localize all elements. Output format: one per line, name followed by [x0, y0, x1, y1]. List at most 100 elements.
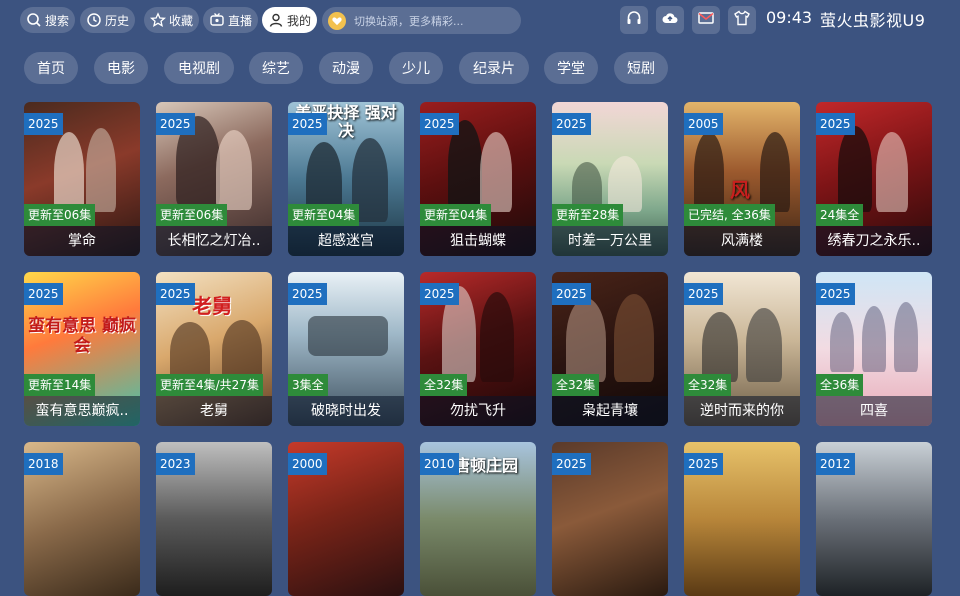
year-badge: 2025	[156, 113, 195, 135]
year-badge: 2005	[684, 113, 723, 135]
tab-home[interactable]: 首页	[24, 52, 78, 84]
media-card[interactable]: 2025 更新至06集 掌命	[24, 102, 140, 256]
card-title: 风满楼	[684, 226, 800, 256]
year-badge: 2025	[288, 283, 327, 305]
tab-variety[interactable]: 综艺	[249, 52, 303, 84]
card-title: 破晓时出发	[288, 396, 404, 426]
media-card[interactable]: 2012	[816, 442, 932, 596]
tab-tv-series[interactable]: 电视剧	[164, 52, 234, 84]
media-card[interactable]: 2025	[684, 442, 800, 596]
card-title: 蛮有意思巅疯..	[24, 396, 140, 426]
card-title: 时差一万公里	[552, 226, 668, 256]
year-badge: 2025	[420, 283, 459, 305]
card-title: 老舅	[156, 396, 272, 426]
tab-short-drama[interactable]: 短剧	[614, 52, 668, 84]
nav-favorites-button[interactable]: 收藏	[144, 7, 200, 33]
nav-search-button[interactable]: 搜索	[20, 7, 76, 33]
nav-mine-button[interactable]: 我的	[262, 7, 318, 33]
star-icon	[150, 12, 166, 28]
media-card[interactable]: 蛮有意思 巅疯会 2025 更新至14集 蛮有意思巅疯..	[24, 272, 140, 426]
media-card[interactable]: 风 2005 已完结, 全36集 风满楼	[684, 102, 800, 256]
shirt-icon	[733, 9, 751, 31]
card-title: 超感迷宫	[288, 226, 404, 256]
mail-icon	[697, 9, 715, 31]
media-card[interactable]: 2025 3集全 破晓时出发	[288, 272, 404, 426]
nav-history-button[interactable]: 历史	[80, 7, 136, 33]
top-bar: 搜索 历史 收藏 直播 我的 切换站源，更多精彩... 09:43 萤火虫影视U…	[0, 0, 960, 40]
media-card[interactable]: 2025	[552, 442, 668, 596]
mail-button[interactable]	[692, 6, 720, 34]
episode-status-badge: 全32集	[420, 374, 468, 396]
media-card[interactable]: 美恶抉择 强对决 2025 更新至04集 超感迷宫	[288, 102, 404, 256]
nav-live-button[interactable]: 直播	[203, 7, 259, 33]
media-card[interactable]: 2025 全32集 枭起青壤	[552, 272, 668, 426]
media-card[interactable]: 2025 更新至28集 时差一万公里	[552, 102, 668, 256]
media-card[interactable]: 2025 更新至06集 长相忆之灯冶..	[156, 102, 272, 256]
tab-anime[interactable]: 动漫	[319, 52, 373, 84]
year-badge: 2025	[156, 283, 195, 305]
tab-documentary[interactable]: 纪录片	[459, 52, 529, 84]
app-title: 萤火虫影视U9	[820, 11, 926, 30]
tv-icon	[209, 12, 225, 28]
tab-kids[interactable]: 少儿	[389, 52, 443, 84]
year-badge: 2025	[288, 113, 327, 135]
media-card[interactable]: 2025 更新至04集 狙击蝴蝶	[420, 102, 536, 256]
episode-status-badge: 更新至28集	[552, 204, 624, 226]
year-badge: 2025	[684, 283, 723, 305]
shirt-button[interactable]	[728, 6, 756, 34]
card-title: 掌命	[24, 226, 140, 256]
heart-icon	[328, 11, 346, 30]
user-icon	[268, 12, 284, 28]
year-badge: 2025	[420, 113, 459, 135]
year-badge: 2010	[420, 453, 459, 475]
year-badge: 2000	[288, 453, 327, 475]
year-badge: 2023	[156, 453, 195, 475]
year-badge: 2012	[816, 453, 855, 475]
episode-status-badge: 更新至04集	[420, 204, 492, 226]
media-card[interactable]: 2025 全32集 勿扰飞升	[420, 272, 536, 426]
media-card[interactable]: 唐顿庄园 2010	[420, 442, 536, 596]
year-badge: 2025	[684, 453, 723, 475]
media-card[interactable]: 2025 全32集 逆时而来的你	[684, 272, 800, 426]
media-card[interactable]: 2025 全36集 四喜	[816, 272, 932, 426]
media-card[interactable]: 2025 24集全 绣春刀之永乐..	[816, 102, 932, 256]
nav-favorites-label: 收藏	[169, 13, 194, 28]
episode-status-badge: 更新至14集	[24, 374, 96, 396]
tab-school[interactable]: 学堂	[544, 52, 598, 84]
media-card[interactable]: 2023	[156, 442, 272, 596]
media-card[interactable]: 老舅 2025 更新至4集/共27集 老舅	[156, 272, 272, 426]
cloud-upload-button[interactable]	[656, 6, 684, 34]
year-badge: 2025	[816, 283, 855, 305]
nav-history-label: 历史	[105, 13, 130, 28]
nav-live-label: 直播	[228, 13, 253, 28]
nav-search-label: 搜索	[45, 13, 70, 28]
nav-mine-label: 我的	[287, 13, 312, 28]
card-title: 四喜	[816, 396, 932, 426]
episode-status-badge: 全36集	[816, 374, 864, 396]
year-badge: 2018	[24, 453, 63, 475]
episode-status-badge: 全32集	[552, 374, 600, 396]
year-badge: 2025	[24, 113, 63, 135]
poster-caption: 风	[730, 178, 750, 202]
cloud-upload-icon	[661, 9, 679, 31]
media-card[interactable]: 2000	[288, 442, 404, 596]
episode-status-badge: 更新至06集	[156, 204, 228, 226]
episode-status-badge: 已完结, 全36集	[684, 204, 775, 226]
headset-button[interactable]	[620, 6, 648, 34]
media-card[interactable]: 2018	[24, 442, 140, 596]
poster-caption: 蛮有意思 巅疯会	[28, 316, 136, 356]
site-search-bar[interactable]: 切换站源，更多精彩...	[322, 7, 521, 34]
episode-status-badge: 3集全	[288, 374, 328, 396]
search-icon	[26, 12, 42, 28]
tab-movies[interactable]: 电影	[94, 52, 148, 84]
year-badge: 2025	[552, 453, 591, 475]
card-title: 长相忆之灯冶..	[156, 226, 272, 256]
history-icon	[86, 12, 102, 28]
episode-status-badge: 更新至4集/共27集	[156, 374, 263, 396]
year-badge: 2025	[24, 283, 63, 305]
episode-status-badge: 更新至04集	[288, 204, 360, 226]
episode-status-badge: 更新至06集	[24, 204, 96, 226]
search-placeholder: 切换站源，更多精彩...	[354, 14, 464, 28]
poster-caption: 老舅	[192, 294, 232, 318]
poster-caption: 唐顿庄园	[454, 456, 519, 475]
